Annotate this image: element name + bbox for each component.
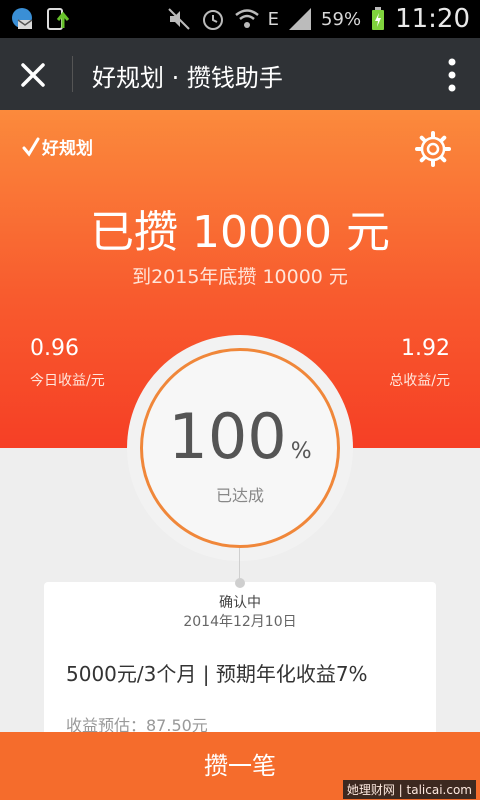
close-icon[interactable] (16, 58, 50, 92)
checkmark-logo-icon (22, 137, 40, 157)
today-earnings-value: 0.96 (30, 336, 79, 361)
app-bar: 好规划 · 攒钱助手 (0, 38, 480, 110)
record-status: 确认中 (219, 595, 261, 611)
gear-icon[interactable] (414, 130, 452, 168)
clock: 11:20 (395, 4, 470, 34)
timeline-connector (239, 548, 240, 580)
record-plan: 5000元/3个月 | 预期年化收益7% (66, 662, 368, 686)
record-date: 2014年12月10日 (183, 614, 297, 630)
savings-goal: 到2015年底攒 10000 元 (132, 266, 348, 288)
mute-icon (167, 8, 190, 30)
total-earnings-value: 1.92 (401, 336, 450, 361)
brand-name: 好规划 (42, 139, 93, 159)
wifi-icon (234, 9, 259, 28)
progress-percent-value: 100 (168, 400, 287, 473)
battery-percent: 59% (321, 8, 362, 30)
more-menu-icon[interactable] (448, 58, 456, 92)
download-icon (47, 8, 70, 30)
page-title: 好规划 · 攒钱助手 (92, 64, 283, 92)
vpn-mail-icon (12, 8, 33, 29)
today-earnings-label: 今日收益/元 (30, 373, 105, 389)
brand-logo: 好规划 (22, 134, 93, 159)
progress-percent: 100% (0, 400, 480, 473)
signal-icon (289, 8, 312, 30)
saved-amount: 已攒 10000 元 (90, 207, 390, 258)
status-bar: E 59% 11:20 (0, 0, 480, 38)
timeline-dot (235, 578, 245, 588)
network-type: E (267, 8, 280, 30)
appbar-divider (72, 56, 73, 92)
alarm-icon (202, 10, 223, 30)
total-earnings-label: 总收益/元 (389, 373, 450, 389)
watermark: 她理财网 | talicai.com (342, 780, 476, 799)
battery-charging-icon (372, 7, 385, 30)
progress-percent-unit: % (290, 439, 312, 464)
progress-label: 已达成 (215, 486, 264, 505)
